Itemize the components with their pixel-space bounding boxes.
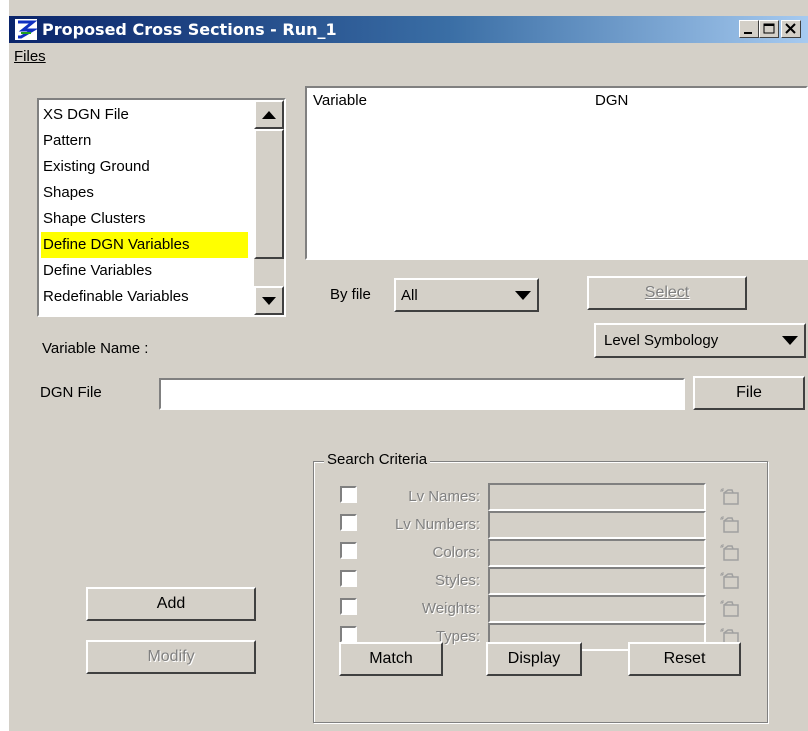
arrow-down-icon	[262, 297, 276, 305]
arrow-up-icon	[262, 111, 276, 119]
criteria-label: Weights:	[421, 600, 480, 617]
select-button-label: Select	[644, 284, 690, 301]
chevron-down-icon	[515, 291, 531, 300]
folder-icon[interactable]	[720, 544, 742, 562]
dgn-file-label: DGN File	[40, 384, 102, 401]
criteria-checkbox[interactable]	[340, 542, 357, 559]
criteria-checkbox[interactable]	[340, 486, 357, 503]
criteria-field[interactable]	[488, 595, 706, 623]
add-button[interactable]: Add	[86, 587, 256, 621]
maximize-icon	[763, 23, 775, 34]
category-list-item[interactable]: Existing Ground	[41, 154, 150, 180]
match-button[interactable]: Match	[339, 642, 443, 676]
category-list-item[interactable]: Shapes	[41, 180, 94, 206]
criteria-field[interactable]	[488, 511, 706, 539]
category-list-item[interactable]: Shape Clusters	[41, 206, 146, 232]
by-file-label: By file	[330, 286, 371, 303]
modify-button[interactable]: Modify	[86, 640, 256, 674]
column-header-dgn: DGN	[595, 92, 629, 109]
app-logo-icon	[15, 19, 37, 40]
criteria-checkbox[interactable]	[340, 626, 357, 643]
category-list-item[interactable]: XS DGN File	[41, 102, 129, 128]
criteria-field[interactable]	[488, 567, 706, 595]
menu-files-label: Files	[14, 48, 46, 65]
category-list-item[interactable]: Define Variables	[41, 258, 152, 284]
criteria-label: Lv Names:	[408, 488, 480, 505]
folder-icon[interactable]	[720, 516, 742, 534]
criteria-checkbox[interactable]	[340, 514, 357, 531]
close-icon	[785, 23, 796, 34]
maximize-button[interactable]	[759, 20, 779, 38]
folder-icon[interactable]	[720, 488, 742, 506]
symbology-dropdown[interactable]: Level Symbology	[594, 323, 806, 358]
column-header-variable: Variable	[313, 92, 367, 109]
window-title: Proposed Cross Sections - Run_1	[42, 20, 337, 39]
select-button[interactable]: Select	[587, 276, 747, 310]
symbology-value: Level Symbology	[604, 332, 719, 349]
category-listbox[interactable]: XS DGN File Pattern Existing Ground Shapes S…	[37, 98, 286, 317]
scroll-down-button[interactable]	[254, 286, 284, 315]
criteria-field[interactable]	[488, 539, 706, 567]
criteria-label: Colors:	[432, 544, 480, 561]
reset-button[interactable]: Reset	[628, 642, 741, 676]
close-button[interactable]	[781, 20, 801, 38]
menu-files[interactable]: Files	[14, 48, 46, 65]
variable-dgn-list[interactable]: Variable DGN	[305, 86, 808, 260]
category-scrollbar[interactable]	[254, 100, 284, 315]
chevron-down-icon	[782, 336, 798, 345]
criteria-checkbox[interactable]	[340, 598, 357, 615]
display-button[interactable]: Display	[486, 642, 582, 676]
criteria-label: Lv Numbers:	[394, 516, 480, 533]
by-file-value: All	[401, 287, 418, 304]
category-list-item[interactable]: Pattern	[41, 128, 91, 154]
criteria-label: Styles:	[434, 572, 480, 589]
criteria-field[interactable]	[488, 483, 706, 511]
dialog-window: Proposed Cross Sections - Run_1 Files XS…	[9, 0, 808, 731]
scroll-up-button[interactable]	[254, 100, 284, 129]
variable-name-label: Variable Name :	[42, 340, 149, 357]
file-button[interactable]: File	[693, 376, 805, 410]
category-list-item[interactable]: Define DGN Variables	[41, 232, 248, 258]
search-criteria-group: Search Criteria Lv Names: Lv Numbers: Colo…	[313, 451, 768, 723]
criteria-checkbox[interactable]	[340, 570, 357, 587]
scroll-thumb[interactable]	[254, 129, 284, 259]
folder-icon[interactable]	[720, 600, 742, 618]
folder-icon[interactable]	[720, 572, 742, 590]
dgn-file-input[interactable]	[159, 378, 685, 410]
title-bar[interactable]: Proposed Cross Sections - Run_1	[9, 16, 808, 43]
search-criteria-title: Search Criteria	[324, 451, 431, 468]
category-list-item[interactable]: Redefinable Variables	[41, 284, 189, 310]
minimize-icon	[744, 32, 752, 34]
menu-bar: Files	[9, 43, 808, 69]
minimize-button[interactable]	[739, 20, 759, 38]
by-file-dropdown[interactable]: All	[394, 278, 539, 312]
